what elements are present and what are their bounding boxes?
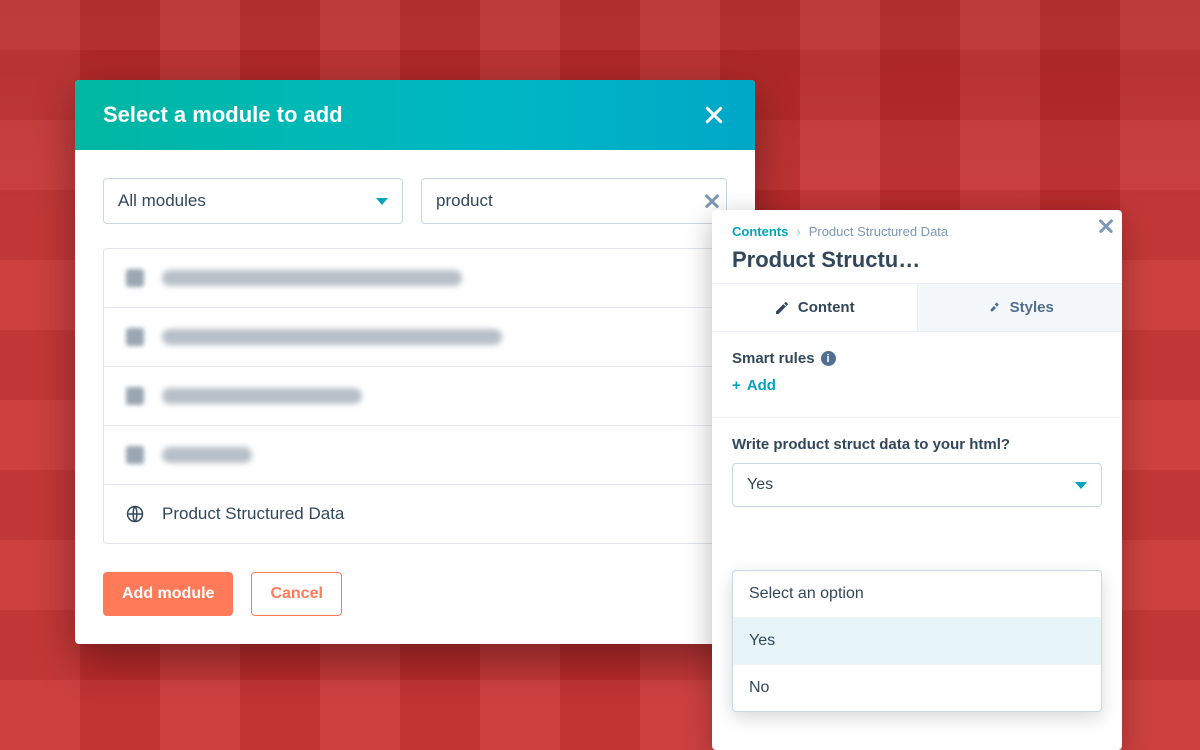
tab-content[interactable]: Content [712,284,917,332]
blurred-label [162,388,362,404]
select-module-modal: Select a module to add All modules [75,80,755,644]
tab-label: Styles [1010,299,1054,316]
plus-icon: + [732,378,741,393]
breadcrumb: Contents › Product Structured Data [732,224,1102,239]
add-label: Add [747,377,776,394]
tab-label: Content [798,299,855,316]
blurred-label [162,447,252,463]
modal-header: Select a module to add [75,80,755,150]
dropdown-value: Yes [747,476,773,494]
list-item-label: Product Structured Data [162,504,344,524]
dropdown-menu: Select an option Yes No [732,570,1102,712]
panel-header: Contents › Product Structured Data Produ… [712,210,1122,284]
module-icon [124,267,146,289]
breadcrumb-root[interactable]: Contents [732,224,788,239]
add-module-button[interactable]: Add module [103,572,233,616]
field-section: Write product struct data to your html? … [712,418,1122,529]
chevron-down-icon [1075,482,1087,489]
module-icon [124,385,146,407]
blurred-label [162,270,462,286]
breadcrumb-current: Product Structured Data [809,224,948,239]
info-icon[interactable]: i [821,351,836,366]
chevron-right-icon: › [796,224,800,239]
panel-title: Product Structu… [732,247,1102,273]
add-smart-rule-button[interactable]: + Add [732,377,776,394]
module-filter-value: All modules [118,191,206,211]
tab-styles[interactable]: Styles [917,284,1123,332]
modal-footer: Add module Cancel [75,572,755,644]
module-filter-select[interactable]: All modules [103,178,403,224]
cancel-button[interactable]: Cancel [251,572,341,616]
pencil-icon [774,300,790,316]
list-item[interactable] [104,249,726,308]
blurred-label [162,329,502,345]
module-icon [124,326,146,348]
module-settings-panel: Contents › Product Structured Data Produ… [712,210,1122,750]
list-item[interactable] [104,308,726,367]
globe-icon [124,503,146,525]
chevron-down-icon [376,198,388,205]
modal-body: All modules [75,150,755,572]
list-item[interactable] [104,426,726,485]
dropdown-option-no[interactable]: No [733,664,1101,711]
modal-title: Select a module to add [103,102,343,128]
dropdown-option-placeholder[interactable]: Select an option [733,571,1101,617]
brush-icon [986,300,1002,316]
close-icon[interactable] [701,102,727,128]
smart-rules-section: Smart rules i + Add [712,332,1122,418]
field-label: Write product struct data to your html? [732,436,1102,453]
search-input[interactable] [436,191,712,211]
module-list: Product Structured Data [103,248,727,544]
button-label: Cancel [270,585,322,603]
dropdown-option-yes[interactable]: Yes [733,617,1101,664]
section-title: Smart rules i [732,350,1102,367]
panel-tabs: Content Styles [712,284,1122,332]
module-icon [124,444,146,466]
controls-row: All modules [103,178,727,224]
list-item[interactable] [104,367,726,426]
module-search[interactable] [421,178,727,224]
list-item-product-structured-data[interactable]: Product Structured Data [104,485,726,543]
button-label: Add module [122,585,214,603]
write-struct-data-select[interactable]: Yes [732,463,1102,507]
section-label: Smart rules [732,350,815,367]
